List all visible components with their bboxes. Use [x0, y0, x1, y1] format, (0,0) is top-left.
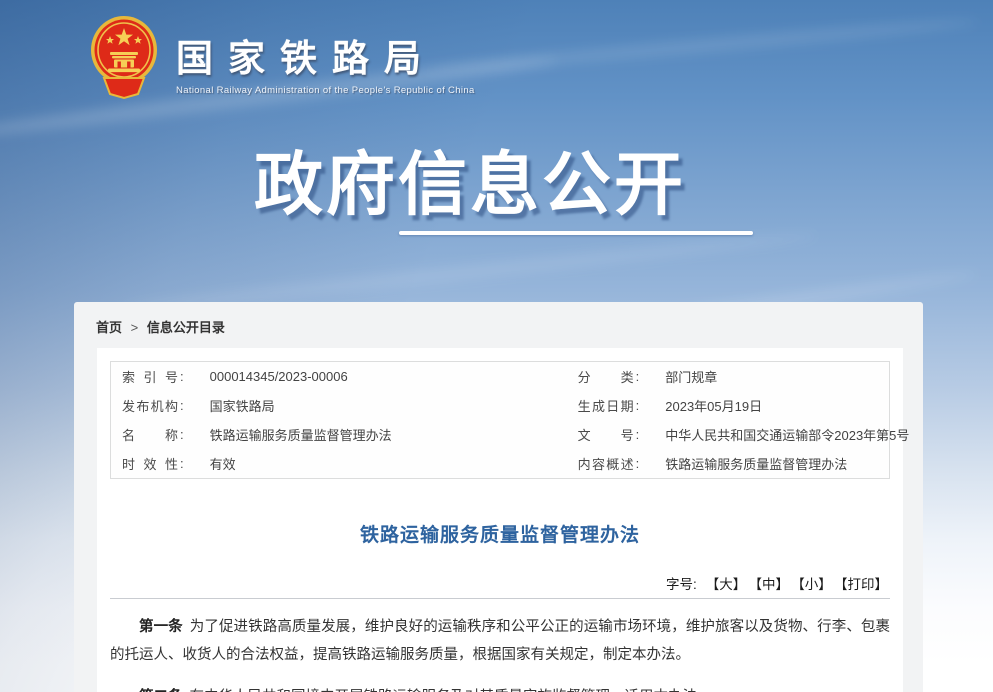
breadcrumb-separator: > [131, 320, 139, 335]
meta-cell-summary: 内容概述: 铁路运输服务质量监督管理办法 [567, 454, 848, 473]
meta-value: 000014345/2023-00006 [210, 369, 510, 384]
meta-label: 发布机构 [122, 396, 178, 415]
meta-value: 有效 [210, 454, 510, 473]
national-emblem-icon [88, 12, 160, 100]
fontsize-small-button[interactable]: 【小】 [798, 577, 832, 592]
meta-row: 名称: 铁路运输服务质量监督管理办法 文号: 中华人民共和国交通运输部令2023… [111, 420, 889, 449]
fontsize-toolbar: 字号: 【大】【中】【小】【打印】 [110, 573, 890, 593]
meta-cell-index-number: 索引号: 000014345/2023-00006 [111, 367, 510, 386]
fontsize-medium-button[interactable]: 【中】 [755, 577, 789, 592]
meta-colon: : [636, 427, 640, 442]
meta-label: 分类 [578, 367, 634, 386]
meta-label: 文号 [578, 425, 634, 444]
site-name-english: National Railway Administration of the P… [176, 85, 475, 96]
meta-value: 2023年05月19日 [665, 396, 762, 415]
meta-colon: : [180, 427, 184, 442]
site-header: 国家铁路局 National Railway Administration of… [88, 12, 475, 100]
article-text: 为了促进铁路高质量发展，维护良好的运输秩序和公平公正的运输市场环境，维护旅客以及… [110, 619, 890, 663]
meta-cell-validity: 时效性: 有效 [111, 454, 510, 473]
fontsize-label: 字号: [666, 577, 697, 592]
meta-value: 中华人民共和国交通运输部令2023年第5号 [665, 425, 909, 444]
meta-table: 索引号: 000014345/2023-00006 分类: 部门规章 发布机构:… [110, 361, 890, 479]
print-button[interactable]: 【打印】 [841, 577, 888, 592]
meta-cell-doc-number: 文号: 中华人民共和国交通运输部令2023年第5号 [567, 425, 910, 444]
meta-cell-name: 名称: 铁路运输服务质量监督管理办法 [111, 425, 510, 444]
meta-cell-publisher: 发布机构: 国家铁路局 [111, 396, 510, 415]
meta-colon: : [636, 456, 640, 471]
meta-cell-category: 分类: 部门规章 [567, 367, 718, 386]
fontsize-large-button[interactable]: 【大】 [706, 577, 747, 592]
meta-row: 索引号: 000014345/2023-00006 分类: 部门规章 [111, 362, 889, 391]
meta-colon: : [180, 456, 184, 471]
document-card: 索引号: 000014345/2023-00006 分类: 部门规章 发布机构:… [97, 348, 903, 692]
breadcrumb-current[interactable]: 信息公开目录 [147, 320, 225, 335]
article-number: 第一条 [139, 619, 183, 635]
meta-value: 铁路运输服务质量监督管理办法 [210, 425, 510, 444]
meta-colon: : [636, 398, 640, 413]
site-name: 国家铁路局 [176, 28, 475, 82]
meta-label: 内容概述 [578, 454, 634, 473]
meta-label: 生成日期 [578, 396, 634, 415]
meta-value: 铁路运输服务质量监督管理办法 [665, 454, 847, 473]
article-paragraph: 第二条在中华人民共和国境内开展铁路运输服务及对其质量实施监督管理，适用本办法。 [110, 684, 890, 692]
title-divider [110, 598, 890, 599]
article-paragraph: 第一条为了促进铁路高质量发展，维护良好的运输秩序和公平公正的运输市场环境，维护旅… [110, 614, 890, 669]
meta-colon: : [180, 398, 184, 413]
meta-value: 国家铁路局 [210, 396, 510, 415]
meta-value: 部门规章 [665, 367, 717, 386]
meta-row: 时效性: 有效 内容概述: 铁路运输服务质量监督管理办法 [111, 449, 889, 478]
article-body: 第一条为了促进铁路高质量发展，维护良好的运输秩序和公平公正的运输市场环境，维护旅… [110, 614, 890, 692]
meta-colon: : [636, 369, 640, 384]
meta-cell-date: 生成日期: 2023年05月19日 [567, 396, 762, 415]
meta-label: 索引号 [122, 367, 178, 386]
meta-row: 发布机构: 国家铁路局 生成日期: 2023年05月19日 [111, 391, 889, 420]
content-panel: 首页 > 信息公开目录 索引号: 000014345/2023-00006 分类… [74, 302, 923, 692]
breadcrumb-home[interactable]: 首页 [96, 320, 122, 335]
meta-label: 名称 [122, 425, 178, 444]
banner-title: 政府信息公开 [0, 128, 940, 228]
document-title: 铁路运输服务质量监督管理办法 [110, 520, 890, 547]
breadcrumb: 首页 > 信息公开目录 [96, 317, 923, 336]
banner-underline [399, 231, 753, 235]
meta-label: 时效性 [122, 454, 178, 473]
meta-colon: : [180, 369, 184, 384]
